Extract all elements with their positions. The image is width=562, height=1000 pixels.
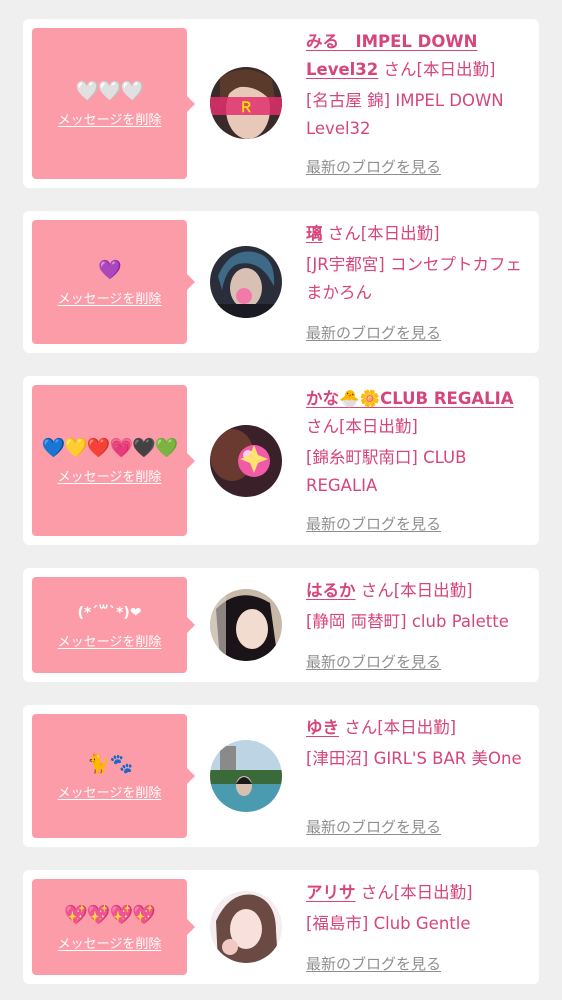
delete-message-link[interactable]: メッセージを削除	[58, 288, 162, 307]
message-bubble: (*´꒳`*)❤ メッセージを削除	[32, 577, 195, 673]
message-bubble: 💖💖💖💖 メッセージを削除	[32, 879, 195, 975]
message-card: (*´꒳`*)❤ メッセージを削除 はるか さん[本日出勤] [静岡 両替町] …	[23, 568, 539, 682]
status-text: [本日出勤]	[393, 883, 473, 902]
user-name-link[interactable]: はるか	[306, 581, 356, 600]
avatar[interactable]	[210, 246, 282, 318]
delete-message-link[interactable]: メッセージを削除	[58, 109, 162, 128]
latest-blog-link[interactable]: 最新のブログを見る	[306, 513, 441, 534]
message-text: 💖💖💖💖	[64, 903, 156, 926]
message-text: 🤍🤍🤍	[75, 80, 145, 102]
user-info: みる IMPEL DOWN Level32 さん[本日出勤] [名古屋 錦] I…	[306, 28, 533, 143]
message-bubble: 💜 メッセージを削除	[32, 220, 195, 344]
delete-message-link[interactable]: メッセージを削除	[58, 933, 162, 952]
message-card: 💙💛❤️💗🖤💚 メッセージを削除 かな🐣🌼CLUB REGALIA さん[本日出…	[23, 376, 539, 545]
message-text: 💜	[98, 258, 122, 281]
message-text: (*´꒳`*)❤	[77, 604, 142, 621]
status-text: [本日出勤]	[377, 718, 457, 737]
message-bubble: 💙💛❤️💗🖤💚 メッセージを削除	[32, 385, 195, 536]
status-text: [本日出勤]	[360, 224, 440, 243]
status-text: [本日出勤]	[339, 417, 418, 436]
latest-blog-link[interactable]: 最新のブログを見る	[306, 816, 441, 837]
user-info: 璃 さん[本日出勤] [JR宇都宮] コンセプトカフェ まかろん	[306, 220, 533, 307]
message-card: 🐈🐾 メッセージを削除 ゆき さん[本日出勤] [津田沼] GIRL'S BAR…	[23, 705, 539, 847]
message-card: 💜 メッセージを削除 璃 さん[本日出勤] [JR宇都宮] コンセプトカフェ ま…	[23, 211, 539, 353]
user-name-link[interactable]: アリサ	[306, 883, 356, 902]
message-card: 🤍🤍🤍 メッセージを削除 Ｒ みる IMPEL DOWN Level32 さん[…	[23, 19, 539, 188]
shop-text: [JR宇都宮] コンセプトカフェ まかろん	[306, 255, 522, 302]
message-card: 💖💖💖💖 メッセージを削除 アリサ さん[本日出勤] [福島市] Club Ge…	[23, 870, 539, 984]
user-info: アリサ さん[本日出勤] [福島市] Club Gentle	[306, 879, 533, 938]
user-info: かな🐣🌼CLUB REGALIA さん[本日出勤] [錦糸町駅南口] CLUB …	[306, 385, 533, 500]
message-bubble: 🤍🤍🤍 メッセージを削除	[32, 28, 195, 179]
shop-text: [名古屋 錦] IMPEL DOWN Level32	[306, 91, 504, 138]
shop-text: [静岡 両替町] club Palette	[306, 612, 509, 631]
shop-text: [津田沼] GIRL'S BAR 美One	[306, 749, 522, 768]
honorific-text: さん	[360, 883, 394, 902]
delete-message-link[interactable]: メッセージを削除	[58, 466, 162, 485]
honorific-text: さん	[306, 417, 339, 436]
avatar[interactable]	[210, 589, 282, 661]
delete-message-link[interactable]: メッセージを削除	[58, 782, 162, 801]
svg-text:Ｒ: Ｒ	[239, 100, 253, 116]
avatar[interactable]	[210, 891, 282, 963]
avatar[interactable]	[210, 740, 282, 812]
honorific-text: さん	[327, 224, 361, 243]
latest-blog-link[interactable]: 最新のブログを見る	[306, 156, 441, 177]
honorific-text: さん	[383, 60, 417, 79]
delete-message-link[interactable]: メッセージを削除	[58, 631, 162, 650]
latest-blog-link[interactable]: 最新のブログを見る	[306, 953, 441, 974]
honorific-text: さん	[360, 581, 394, 600]
message-text: 🐈🐾	[86, 752, 133, 775]
honorific-text: さん	[344, 718, 378, 737]
shop-text: [錦糸町駅南口] CLUB REGALIA	[306, 448, 467, 495]
user-name-link[interactable]: かな🐣🌼CLUB REGALIA	[306, 389, 514, 408]
shop-text: [福島市] Club Gentle	[306, 914, 471, 933]
latest-blog-link[interactable]: 最新のブログを見る	[306, 651, 441, 672]
user-name-link[interactable]: 璃	[306, 224, 323, 243]
user-name-link[interactable]: ゆき	[306, 718, 339, 737]
status-text: [本日出勤]	[393, 581, 473, 600]
user-info: ゆき さん[本日出勤] [津田沼] GIRL'S BAR 美One	[306, 714, 533, 773]
message-bubble: 🐈🐾 メッセージを削除	[32, 714, 195, 838]
avatar[interactable]	[210, 425, 282, 497]
user-info: はるか さん[本日出勤] [静岡 両替町] club Palette	[306, 577, 533, 636]
message-text: 💙💛❤️💗🖤💚	[41, 437, 179, 459]
status-text: [本日出勤]	[416, 60, 496, 79]
latest-blog-link[interactable]: 最新のブログを見る	[306, 322, 441, 343]
avatar[interactable]: Ｒ	[210, 67, 282, 139]
